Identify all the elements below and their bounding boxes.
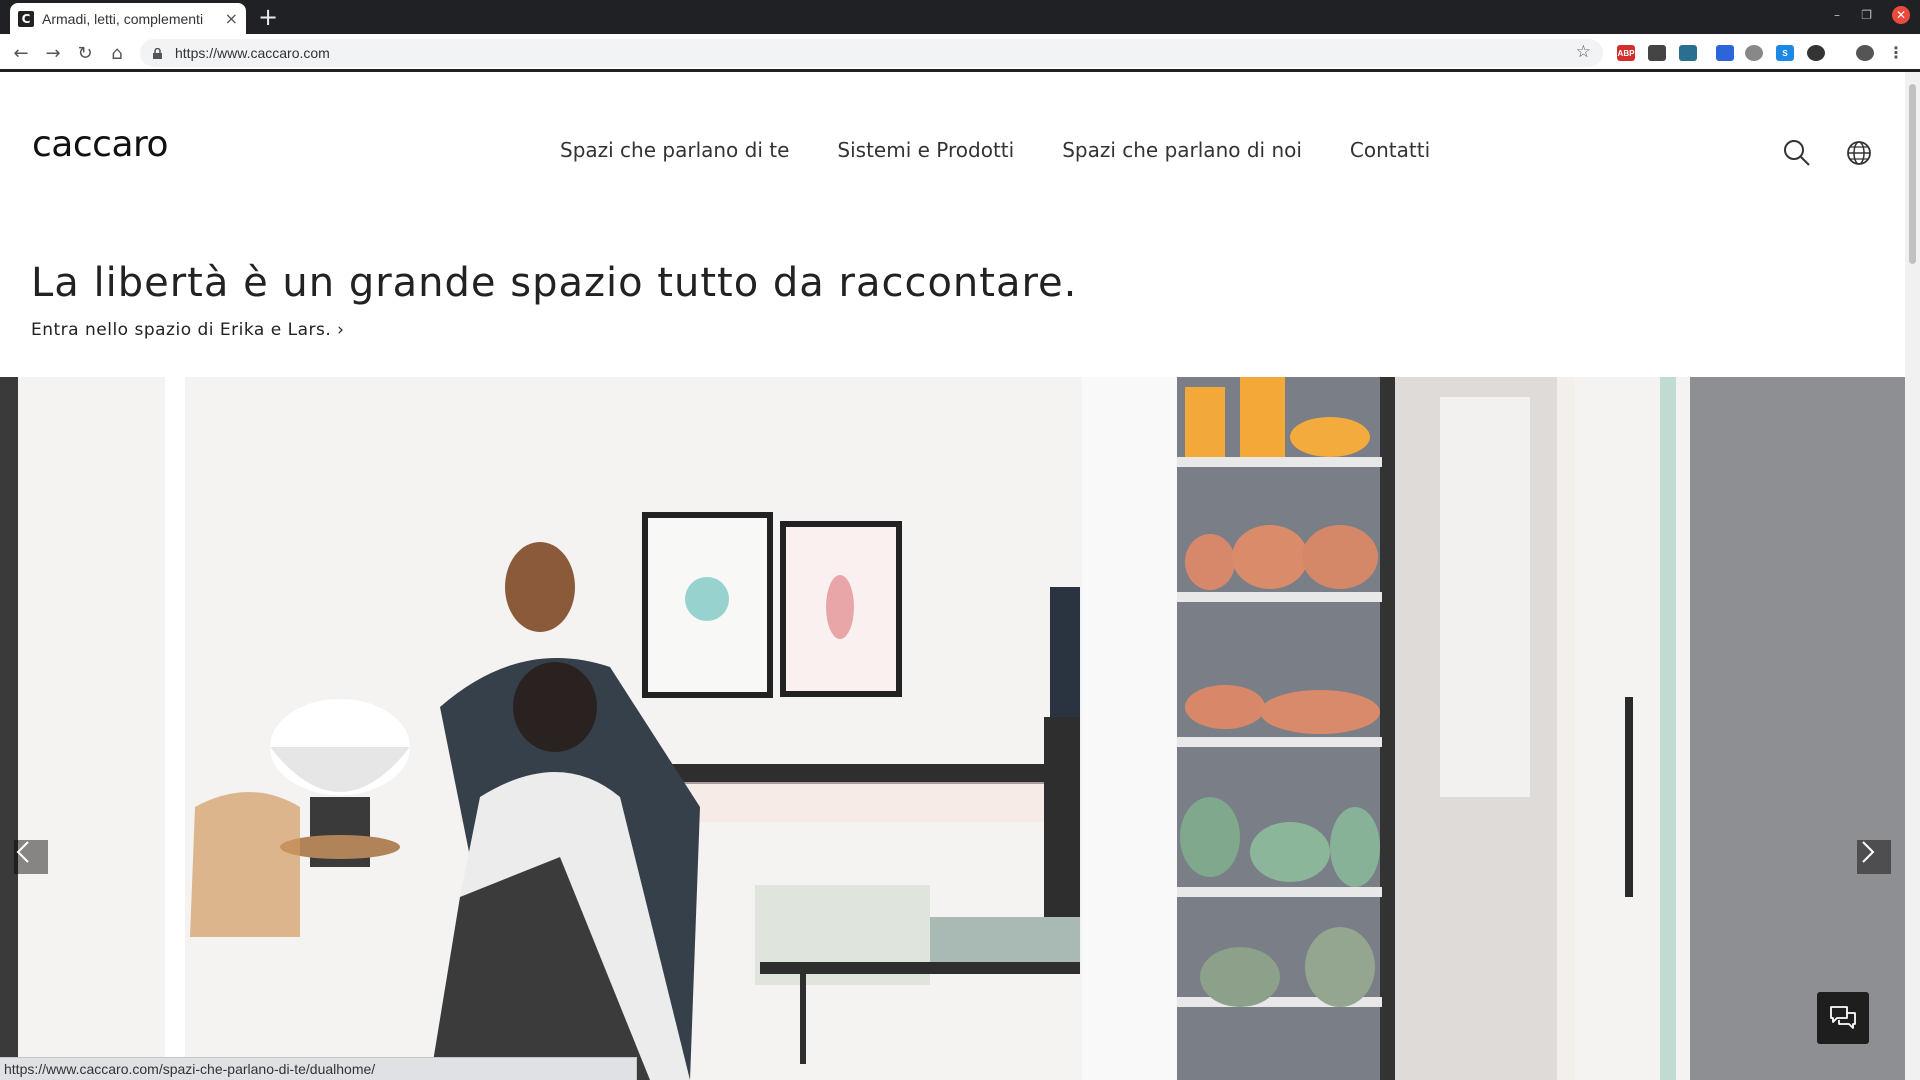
forward-button[interactable]: → (40, 40, 66, 66)
profile-avatar[interactable] (1856, 45, 1874, 61)
chevron-left-icon (16, 841, 29, 863)
extension-icon-5[interactable] (1745, 45, 1763, 61)
browser-toolbar: ← → ↻ ⌂ https://www.caccaro.com ☆ ABP S … (0, 34, 1920, 72)
chat-button[interactable] (1817, 992, 1869, 1044)
extension-icon-2[interactable] (1648, 45, 1666, 61)
minimize-button[interactable]: – (1834, 8, 1840, 22)
hero-image (0, 377, 1905, 1080)
chat-icon (1830, 1006, 1856, 1029)
extension-icon-4[interactable] (1716, 45, 1734, 61)
home-button[interactable]: ⌂ (104, 40, 130, 66)
web-page: caccaro Spazi che parlano di te Sistemi … (0, 72, 1905, 1080)
browser-tab[interactable]: C Armadi, letti, complementi × (10, 3, 246, 34)
scrollbar-thumb[interactable] (1909, 84, 1916, 264)
nav-spazi-che-parlano-di-te[interactable]: Spazi che parlano di te (560, 138, 789, 162)
url-text: https://www.caccaro.com (175, 45, 330, 61)
reload-button[interactable]: ↻ (72, 40, 98, 66)
window-close-button[interactable]: ✕ (1892, 6, 1910, 24)
address-bar[interactable]: https://www.caccaro.com ☆ (140, 39, 1603, 67)
tab-close-button[interactable]: × (225, 9, 238, 28)
extension-icon-3[interactable] (1679, 45, 1697, 61)
bookmark-star-icon[interactable]: ☆ (1576, 42, 1591, 62)
back-button[interactable]: ← (8, 40, 34, 66)
story-link[interactable]: Entra nello spazio di Erika e Lars. › (31, 320, 344, 340)
browser-tabbar: C Armadi, letti, complementi × + – ❐ ✕ (0, 0, 1920, 34)
tab-title: Armadi, letti, complementi (42, 10, 204, 27)
main-navigation: Spazi che parlano di te Sistemi e Prodot… (560, 138, 1430, 162)
extension-icon-6[interactable]: S (1776, 45, 1794, 61)
globe-icon[interactable] (1844, 138, 1874, 168)
site-favicon-icon: C (18, 10, 34, 27)
hero-headline: La libertà è un grande spazio tutto da r… (31, 260, 1078, 306)
page-scrollbar[interactable] (1905, 72, 1920, 1080)
lock-icon (153, 47, 162, 59)
extension-icon-7[interactable] (1807, 45, 1825, 61)
next-slide-button[interactable] (1857, 840, 1891, 874)
site-logo[interactable]: caccaro (32, 124, 169, 165)
new-tab-button[interactable]: + (258, 4, 278, 30)
nav-sistemi-e-prodotti[interactable]: Sistemi e Prodotti (837, 138, 1014, 162)
hero-slideshow (0, 377, 1905, 1080)
nav-spazi-che-parlano-di-noi[interactable]: Spazi che parlano di noi (1062, 138, 1302, 162)
prev-slide-button[interactable] (14, 840, 48, 874)
status-bar-url: https://www.caccaro.com/spazi-che-parlan… (0, 1057, 637, 1080)
restore-button[interactable]: ❐ (1861, 8, 1872, 22)
adblock-extension-icon[interactable]: ABP (1617, 45, 1635, 61)
nav-contatti[interactable]: Contatti (1350, 138, 1430, 162)
browser-menu-icon[interactable]: ⋮ (1888, 43, 1904, 62)
search-icon[interactable] (1782, 138, 1812, 168)
chevron-right-icon (1862, 841, 1875, 863)
